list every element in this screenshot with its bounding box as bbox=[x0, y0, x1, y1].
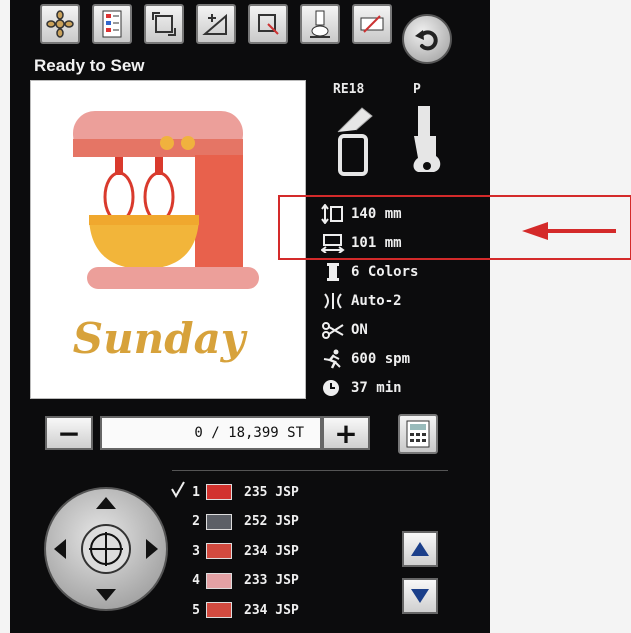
arrow-head-icon bbox=[522, 222, 548, 240]
annotation-overlay bbox=[278, 195, 631, 260]
highlight-box bbox=[278, 195, 631, 260]
